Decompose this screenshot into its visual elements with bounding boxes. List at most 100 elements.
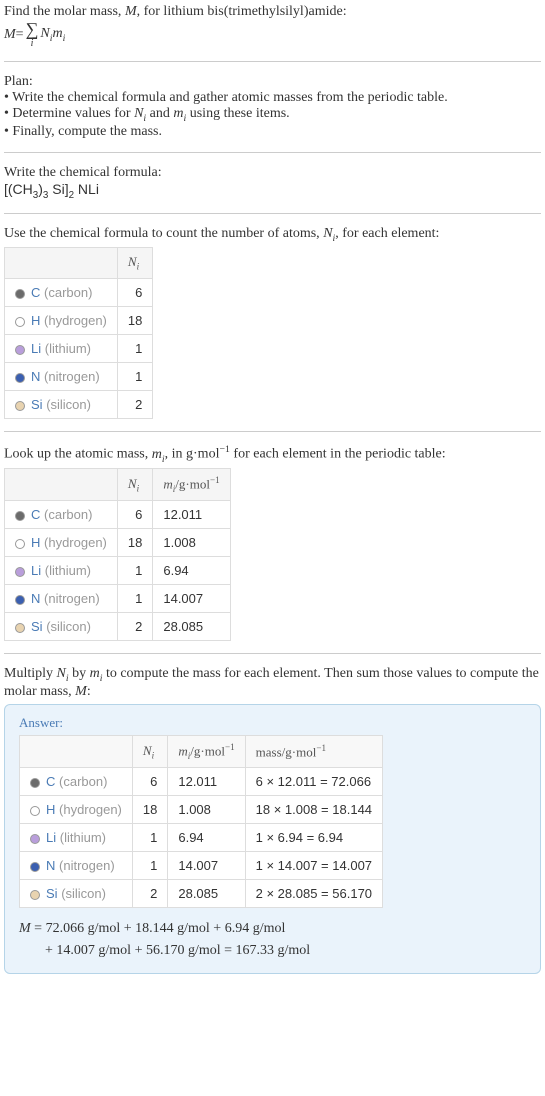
atom-count-table: Ni C (carbon)6H (hydrogen)18Li (lithium)…	[4, 247, 153, 419]
table-row: N (nitrogen)114.007	[5, 585, 231, 613]
count-atoms-block: Use the chemical formula to count the nu…	[4, 226, 541, 419]
table-row: Si (silicon)228.085	[5, 613, 231, 641]
n-cell: 1	[117, 557, 152, 585]
step-title: Write the chemical formula:	[4, 165, 541, 181]
molar-mass-sum: M M = 72.066 g/mol + 18.144 g/mol + 6.94…	[19, 918, 526, 963]
atomic-mass-table: Ni mi/g·mol−1 C (carbon)612.011H (hydrog…	[4, 468, 231, 641]
table-row: Li (lithium)16.941 × 6.94 = 6.94	[20, 824, 383, 852]
n-cell: 2	[132, 880, 167, 908]
table-row: Si (silicon)2	[5, 390, 153, 418]
element-cell: Si (silicon)	[20, 880, 133, 908]
element-cell: H (hydrogen)	[20, 796, 133, 824]
m-cell: 14.007	[153, 585, 230, 613]
molar-mass-equation: M = ∑ i Ni mi	[4, 20, 541, 49]
n-cell: 6	[132, 768, 167, 796]
plan-item-1: • Write the chemical formula and gather …	[4, 90, 541, 106]
table-row: N (nitrogen)1	[5, 362, 153, 390]
table-header-row: Ni mi/g·mol−1 mass/g·mol−1	[20, 736, 383, 768]
step-text: Look up the atomic mass, mi, in g·mol−1 …	[4, 444, 541, 464]
plan-title: Plan:	[4, 74, 541, 90]
col-Ni: Ni	[117, 248, 152, 279]
n-cell: 18	[117, 306, 152, 334]
table-row: C (carbon)612.0116 × 12.011 = 72.066	[20, 768, 383, 796]
eq-line-1: M M = 72.066 g/mol + 18.144 g/mol + 6.94…	[19, 921, 285, 936]
var-mi: mi	[152, 447, 165, 462]
n-cell: 1	[132, 824, 167, 852]
col-Ni: Ni	[117, 469, 152, 501]
answer-box: Answer: Ni mi/g·mol−1 mass/g·mol−1 C (ca…	[4, 704, 541, 974]
table-row: H (hydrogen)18	[5, 306, 153, 334]
col-element	[5, 248, 118, 279]
element-cell: Si (silicon)	[5, 613, 118, 641]
intro-block: Find the molar mass, M , for lithium bis(…	[4, 4, 541, 49]
divider	[4, 653, 541, 654]
eq-line-2: + 14.007 g/mol + 56.170 g/mol = 167.33 g…	[45, 943, 310, 958]
atomic-mass-block: Look up the atomic mass, mi, in g·mol−1 …	[4, 444, 541, 641]
table-header-row: Ni mi/g·mol−1	[5, 469, 231, 501]
var-M: M	[4, 27, 16, 43]
var-Ni: Ni	[134, 106, 146, 121]
plan-block: Plan: • Write the chemical formula and g…	[4, 74, 541, 140]
n-cell: 2	[117, 613, 152, 641]
text: , for lithium bis(trimethylsilyl)amide:	[137, 4, 347, 19]
element-cell: N (nitrogen)	[5, 585, 118, 613]
mass-cell: 2 × 28.085 = 56.170	[245, 880, 382, 908]
step-text: Multiply Ni by mi to compute the mass fo…	[4, 666, 541, 700]
n-cell: 6	[117, 278, 152, 306]
table-header-row: Ni	[5, 248, 153, 279]
table-row: N (nitrogen)114.0071 × 14.007 = 14.007	[20, 852, 383, 880]
var-Ni: Ni	[57, 666, 69, 681]
n-cell: 1	[132, 852, 167, 880]
m-cell: 1.008	[153, 529, 230, 557]
element-cell: Si (silicon)	[5, 390, 118, 418]
m-cell: 12.011	[168, 768, 245, 796]
n-cell: 2	[117, 390, 152, 418]
mass-cell: 6 × 12.011 = 72.066	[245, 768, 382, 796]
m-cell: 28.085	[153, 613, 230, 641]
mass-cell: 1 × 14.007 = 14.007	[245, 852, 382, 880]
sigma-over-i: ∑ i	[26, 20, 39, 49]
intro-line-1: Find the molar mass, M, for lithium bis(…	[4, 4, 541, 20]
n-cell: 6	[117, 501, 152, 529]
step-text: Use the chemical formula to count the nu…	[4, 226, 541, 244]
col-element	[5, 469, 118, 501]
equals: =	[16, 27, 24, 43]
mass-cell: 1 × 6.94 = 6.94	[245, 824, 382, 852]
m-cell: 12.011	[153, 501, 230, 529]
element-cell: Li (lithium)	[20, 824, 133, 852]
element-cell: N (nitrogen)	[20, 852, 133, 880]
text: Find the molar mass,	[4, 4, 125, 19]
divider	[4, 213, 541, 214]
multiply-block: Multiply Ni by mi to compute the mass fo…	[4, 666, 541, 974]
n-cell: 1	[117, 334, 152, 362]
table-row: Li (lithium)16.94	[5, 557, 231, 585]
m-cell: 6.94	[168, 824, 245, 852]
m-cell: 28.085	[168, 880, 245, 908]
divider	[4, 152, 541, 153]
table-row: C (carbon)612.011	[5, 501, 231, 529]
m-cell: 1.008	[168, 796, 245, 824]
col-mass: mass/g·mol−1	[245, 736, 382, 768]
m-cell: 14.007	[168, 852, 245, 880]
col-mi: mi/g·mol−1	[153, 469, 230, 501]
col-element	[20, 736, 133, 768]
element-cell: H (hydrogen)	[5, 306, 118, 334]
var-mi: mi	[90, 666, 103, 681]
plan-item-2: • Determine values for Ni and mi using t…	[4, 106, 541, 124]
table-row: H (hydrogen)181.008	[5, 529, 231, 557]
element-cell: Li (lithium)	[5, 557, 118, 585]
var-M: M	[75, 684, 87, 699]
element-cell: Li (lithium)	[5, 334, 118, 362]
col-mi: mi/g·mol−1	[168, 736, 245, 768]
answer-label: Answer:	[19, 715, 526, 731]
m-cell: 6.94	[153, 557, 230, 585]
n-cell: 18	[132, 796, 167, 824]
n-cell: 18	[117, 529, 152, 557]
divider	[4, 61, 541, 62]
var-Ni: Ni	[40, 26, 52, 44]
var-mi: mi	[53, 26, 66, 44]
table-row: Si (silicon)228.0852 × 28.085 = 56.170	[20, 880, 383, 908]
table-row: C (carbon)6	[5, 278, 153, 306]
element-cell: C (carbon)	[5, 501, 118, 529]
n-cell: 1	[117, 362, 152, 390]
